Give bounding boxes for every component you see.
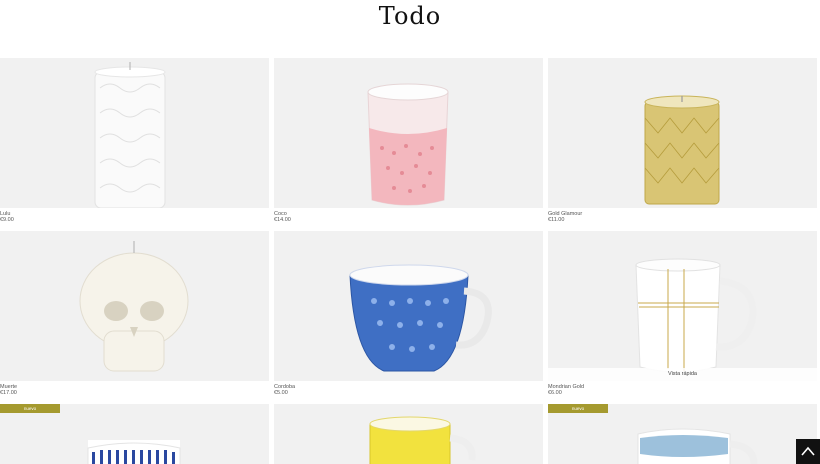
product-price: €5.00 (274, 390, 288, 396)
product-meta: Coco €14.00 (274, 211, 291, 223)
product-image-yellow-cup[interactable] (274, 404, 543, 464)
product-image-coco-cup[interactable] (274, 58, 543, 208)
product-price: €17.00 (0, 390, 17, 396)
product-image-blue-pattern-cup[interactable]: nuevo (0, 404, 269, 464)
product-image-mondrian-gold-mug[interactable]: Vista rápida (548, 231, 817, 381)
page-title: Todo (378, 2, 442, 30)
product-image-muerte-skull-candle[interactable] (0, 231, 269, 381)
product-image-blue-band-cup[interactable]: nuevo (548, 404, 817, 464)
product-image-lulu-candle[interactable] (0, 58, 269, 208)
product-price: €6.00 (548, 390, 562, 396)
product-price: €9.00 (0, 217, 14, 223)
product-meta: Lulu €9.00 (0, 211, 14, 223)
product-meta: Gold Glamour €11.00 (548, 211, 582, 223)
scroll-to-top-button[interactable] (796, 439, 820, 464)
product-meta: Muerte €17.00 (0, 384, 17, 396)
quick-view-button[interactable]: Vista rápida (548, 368, 817, 381)
product-meta: Mondrian Gold €6.00 (548, 384, 584, 396)
chevron-up-icon (801, 446, 815, 456)
product-price: €11.00 (548, 217, 565, 223)
product-price: €14.00 (274, 217, 291, 223)
product-image-gold-glamour-candle[interactable] (548, 58, 817, 208)
new-badge: nuevo (548, 404, 608, 413)
product-meta: Cordoba €5.00 (274, 384, 295, 396)
new-badge: nuevo (0, 404, 60, 413)
product-image-cordoba-cup[interactable] (274, 231, 543, 381)
